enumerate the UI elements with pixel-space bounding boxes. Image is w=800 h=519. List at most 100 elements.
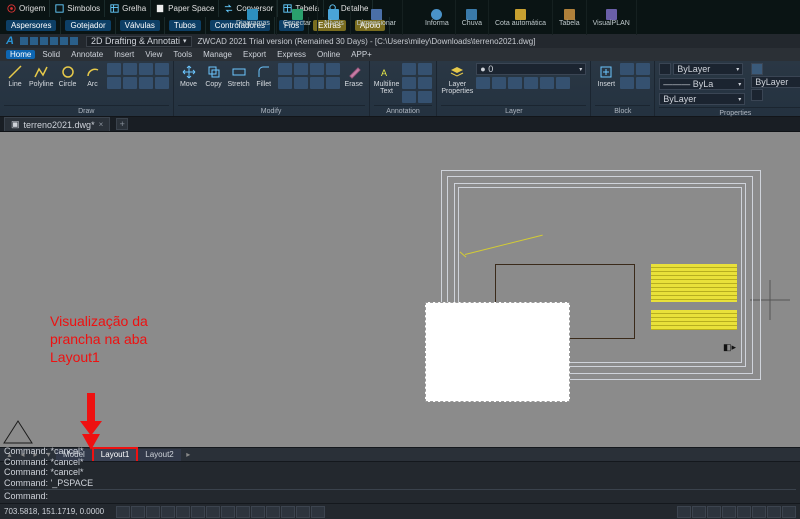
annot-mini[interactable]: [402, 63, 432, 105]
plugin-item[interactable]: Grelha: [105, 0, 151, 17]
status-toggle[interactable]: [221, 506, 235, 518]
arc-button[interactable]: Arc: [82, 63, 104, 105]
erase-button[interactable]: Erase: [343, 63, 365, 105]
status-toggle[interactable]: [296, 506, 310, 518]
list-button[interactable]: [751, 89, 763, 101]
close-icon[interactable]: ×: [99, 120, 104, 129]
move-button[interactable]: Move: [178, 63, 200, 105]
qat-icon[interactable]: [20, 36, 80, 46]
plugin-item[interactable]: Tubos: [165, 17, 206, 34]
polyline-button[interactable]: Polyline: [29, 63, 54, 105]
ribbon-tabs: Home Solid Annotate Insert View Tools Ma…: [0, 48, 800, 61]
paper-icon: [155, 3, 166, 14]
fillet-button[interactable]: Fillet: [253, 63, 275, 105]
modify-mini-grid[interactable]: [278, 63, 340, 105]
draw-mini-grid[interactable]: [107, 63, 169, 105]
tab-view[interactable]: View: [141, 50, 166, 59]
tab-express[interactable]: Express: [273, 50, 310, 59]
plugin-item[interactable]: Aspersores: [2, 17, 61, 34]
plugin-item[interactable]: Paper Space: [151, 0, 219, 17]
status-toggle[interactable]: [677, 506, 691, 518]
tab-tools[interactable]: Tools: [169, 50, 196, 59]
document-tabs: ▣ terreno2021.dwg* × +: [0, 117, 800, 132]
status-toggle[interactable]: [236, 506, 250, 518]
stretch-button[interactable]: Stretch: [228, 63, 250, 105]
status-toggle[interactable]: [251, 506, 265, 518]
status-toggle[interactable]: [266, 506, 280, 518]
status-toggle[interactable]: [752, 506, 766, 518]
plugin-item[interactable]: Simbolos: [50, 0, 105, 17]
status-toggle[interactable]: [206, 506, 220, 518]
bigbtn-informa[interactable]: Informa: [419, 0, 456, 35]
linetype-selector[interactable]: ——— ByLa: [659, 78, 745, 90]
new-tab-button[interactable]: +: [116, 118, 128, 130]
bigbtn-niveis[interactable]: Níveis: [318, 0, 350, 35]
command-window[interactable]: Command: *cancel* Command: *cancel* Comm…: [0, 461, 800, 503]
status-toggle[interactable]: [131, 506, 145, 518]
app-logo-icon: A: [6, 35, 14, 47]
plotstyle-selector[interactable]: ByLayer: [751, 76, 800, 88]
circle-button[interactable]: Circle: [57, 63, 79, 105]
status-toggle[interactable]: [722, 506, 736, 518]
tab-annotate[interactable]: Annotate: [67, 50, 107, 59]
bigbtn-visualplan[interactable]: VisualPLAN: [587, 0, 637, 35]
status-toggle[interactable]: [116, 506, 130, 518]
levels-icon: [328, 9, 339, 20]
dimension-icon: [371, 9, 382, 20]
line-button[interactable]: Line: [4, 63, 26, 105]
viewport-paper[interactable]: [425, 302, 570, 402]
match-properties-button[interactable]: [751, 63, 763, 75]
status-toggle[interactable]: [767, 506, 781, 518]
plugin-item[interactable]: Válvulas: [116, 17, 165, 34]
status-toggle[interactable]: [161, 506, 175, 518]
layer-properties-button[interactable]: Layer Properties: [441, 63, 473, 105]
command-input[interactable]: [52, 492, 796, 501]
grid-icon: [109, 3, 120, 14]
copy-button[interactable]: Copy: [203, 63, 225, 105]
mtext-button[interactable]: AMultiline Text: [374, 63, 400, 105]
bigbtn-diagramas[interactable]: Diagramas: [230, 0, 277, 35]
status-toggle[interactable]: [146, 506, 160, 518]
status-toggle[interactable]: [782, 506, 796, 518]
layer-selector[interactable]: ● 0: [476, 63, 586, 75]
bigbtn-cota[interactable]: Cota automática: [489, 0, 553, 35]
status-toggle[interactable]: [692, 506, 706, 518]
coordinates-readout: 703.5818, 151.1719, 0.0000: [4, 507, 104, 516]
color-swatch[interactable]: [659, 63, 671, 75]
group-label: Modify: [178, 105, 365, 116]
status-toggle[interactable]: [707, 506, 721, 518]
tab-manage[interactable]: Manage: [199, 50, 236, 59]
tab-insert[interactable]: Insert: [110, 50, 138, 59]
app-window: Origem Simbolos Grelha Paper Space Conve…: [0, 0, 800, 519]
color-selector[interactable]: ByLayer: [673, 63, 743, 75]
document-tab[interactable]: ▣ terreno2021.dwg* ×: [4, 117, 110, 131]
bigbtn-conectar[interactable]: Conectar: [277, 0, 318, 35]
plugin-origin[interactable]: Origem: [2, 0, 50, 17]
ucs-icon: [2, 417, 36, 445]
status-toggle[interactable]: [737, 506, 751, 518]
ribbon-group-layer: Layer Properties ● 0 Layer: [437, 61, 591, 116]
tab-home[interactable]: Home: [6, 50, 35, 59]
tab-app[interactable]: APP+: [347, 50, 376, 59]
workspace-selector[interactable]: 2D Drafting & Annotati: [86, 36, 192, 47]
block-mini[interactable]: [620, 63, 650, 105]
status-toggle[interactable]: [311, 506, 325, 518]
cmd-history-line: Command: *cancel*: [4, 446, 796, 457]
status-toggle[interactable]: [191, 506, 205, 518]
bigbtn-chuva[interactable]: Chuva: [456, 0, 489, 35]
annotation-callout: Visualização da prancha na aba Layout1: [50, 312, 148, 367]
bigbtn-tabela[interactable]: Tabela: [553, 0, 587, 35]
tab-export[interactable]: Export: [239, 50, 270, 59]
status-bar: 703.5818, 151.1719, 0.0000: [0, 503, 800, 519]
drawing-canvas[interactable]: Visualização da prancha na aba Layout1 ◧…: [0, 132, 800, 447]
status-toggle[interactable]: [176, 506, 190, 518]
lineweight-selector[interactable]: ByLayer: [659, 93, 745, 105]
status-toggle[interactable]: [281, 506, 295, 518]
tab-solid[interactable]: Solid: [38, 50, 64, 59]
bigbtn-dimensionar[interactable]: Dimensionar: [351, 0, 403, 35]
insert-button[interactable]: Insert: [595, 63, 617, 105]
layer-mini[interactable]: [476, 77, 586, 89]
plugin-item[interactable]: Gotejador: [61, 17, 115, 34]
tab-online[interactable]: Online: [313, 50, 344, 59]
plugin-origin-label: Origem: [19, 4, 45, 13]
